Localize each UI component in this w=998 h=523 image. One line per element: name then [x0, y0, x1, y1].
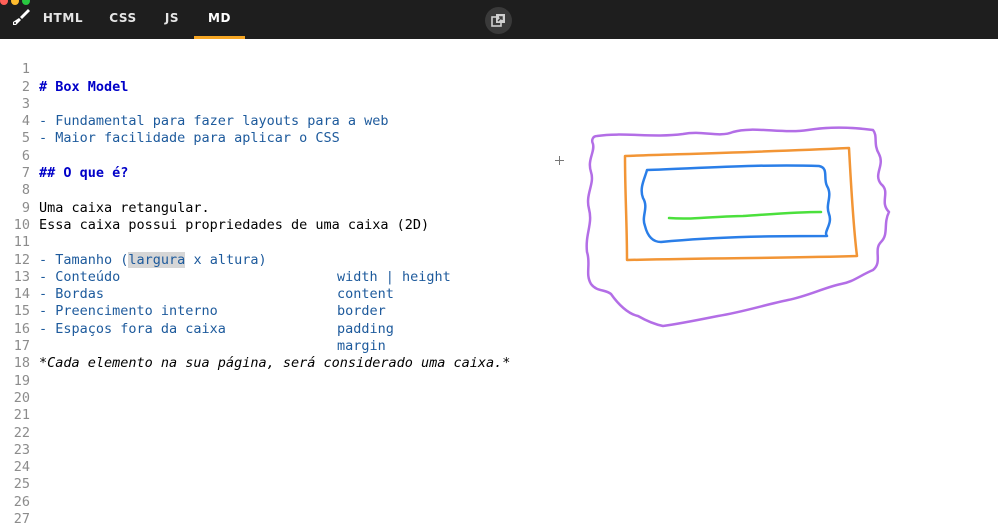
editor-line: 21: [0, 390, 998, 423]
tab-md-label: MD: [207, 11, 232, 25]
editor-line: 28: [0, 511, 998, 523]
editor-line: 18: [0, 338, 998, 371]
close-window-button[interactable]: [0, 0, 8, 5]
editor-line: 24: [0, 442, 998, 475]
minimize-window-button[interactable]: [11, 0, 19, 5]
popout-button[interactable]: [485, 7, 512, 34]
external-window-icon: [491, 14, 505, 27]
editor-line: 3 - Fundamental para fazer layouts para …: [0, 79, 998, 129]
editor-line: 4 - Maior facilidade para aplicar o CSS: [0, 96, 998, 146]
editor-line: 2: [0, 61, 998, 95]
app-window: HTML CSS JS MD 1 # Box Model 2 3 - Funda…: [0, 0, 998, 523]
editor-line: 25: [0, 459, 998, 492]
padding-outline: [640, 164, 832, 244]
maximize-window-button[interactable]: [22, 0, 30, 5]
editor-line: 1 # Box Model: [0, 44, 998, 94]
content-line: [667, 210, 823, 220]
tab-js[interactable]: JS: [154, 0, 190, 39]
margin-outline: [585, 126, 891, 328]
pen-nib-icon: [11, 7, 31, 27]
crosshair-cursor-icon: [555, 156, 564, 165]
top-toolbar: HTML CSS JS MD: [0, 0, 998, 39]
tab-md[interactable]: MD: [194, 0, 245, 39]
editor-line: 23: [0, 425, 998, 458]
editor-line: 19: [0, 355, 998, 389]
editor-line: 22: [0, 407, 998, 441]
editor-line: 27: [0, 494, 998, 523]
editor-line: 26: [0, 477, 998, 510]
tab-html[interactable]: HTML: [36, 0, 90, 39]
editor-line: 20: [0, 373, 998, 406]
tab-css[interactable]: CSS: [98, 0, 148, 39]
box-model-drawing[interactable]: [583, 124, 895, 332]
